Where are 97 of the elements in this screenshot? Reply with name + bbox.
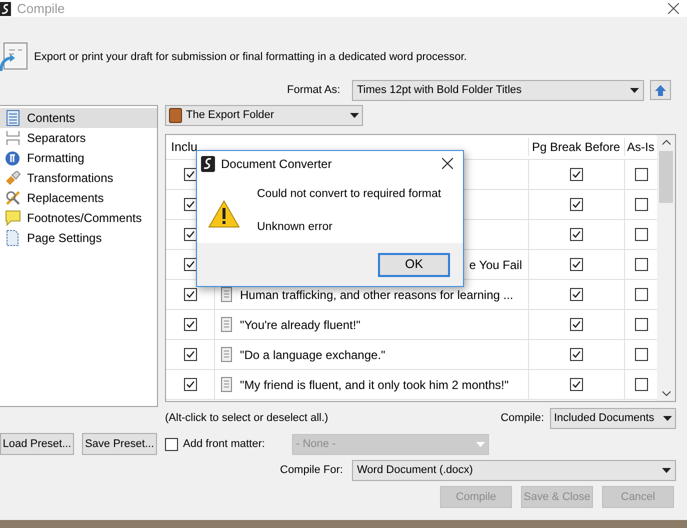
checkbox[interactable]: [184, 258, 196, 271]
checkbox[interactable]: [184, 168, 196, 181]
sidebar-item[interactable]: Footnotes/Comments: [0, 208, 157, 228]
brush-icon: [4, 170, 20, 186]
checkbox[interactable]: [184, 348, 196, 361]
front-matter-label: Add front matter:: [183, 436, 266, 452]
checkbox[interactable]: [184, 228, 196, 241]
document-title: "Do a language exchange.": [240, 346, 386, 364]
page-icon: [6, 230, 19, 246]
document-icon: [221, 377, 232, 392]
document-title: Human trafficking, and other reasons for learning ...: [240, 286, 514, 304]
caret-icon: [350, 113, 359, 118]
checkmark-icon: [571, 199, 582, 210]
up-arrow-button[interactable]: [650, 80, 671, 100]
note-icon: [4, 210, 20, 226]
checkbox[interactable]: [184, 318, 196, 331]
button[interactable]: Save Preset...: [82, 433, 157, 455]
dialog-title: Document Converter: [221, 156, 332, 172]
checkmark-icon: [571, 259, 582, 270]
scrollbar[interactable]: [657, 135, 675, 401]
checkbox[interactable]: [634, 228, 648, 241]
document-icon: [221, 347, 232, 362]
close-icon[interactable]: [442, 158, 453, 169]
checkbox[interactable]: [570, 318, 583, 331]
checkbox[interactable]: [634, 378, 648, 391]
checkmark-icon: [184, 169, 196, 180]
checkmark-icon: [184, 199, 196, 210]
button[interactable]: Load Preset...: [0, 433, 74, 455]
compile-for-dropdown[interactable]: Word Document (.docx): [352, 460, 676, 480]
checkmark-icon: [184, 289, 196, 300]
column-header: Pg Break Before: [528, 138, 624, 156]
book-icon: [169, 108, 182, 123]
description-text: Export or print your draft for submission or final formatting in a dedicated word processor.: [34, 50, 467, 65]
checkbox[interactable]: [634, 318, 648, 331]
list-icon: [6, 110, 20, 126]
checkbox[interactable]: [184, 288, 196, 301]
tools-icon: [4, 190, 20, 206]
format-as-label: Format As:: [287, 82, 342, 98]
ok-button[interactable]: OK: [378, 252, 450, 276]
separator-icon: [6, 130, 20, 146]
caret-icon: [662, 468, 671, 472]
checkbox[interactable]: [634, 168, 648, 181]
checkmark-icon: [571, 289, 582, 300]
window-title: Compile: [17, 0, 65, 18]
compile-label: Compile:: [500, 410, 544, 426]
compile-for-label: Compile For:: [280, 462, 344, 478]
checkmark-icon: [184, 259, 196, 270]
error-message: Could not convert to required format: [257, 187, 442, 202]
checkmark-icon: [571, 229, 582, 240]
caret-icon: [476, 442, 485, 446]
checkmark-icon: [184, 349, 196, 360]
sidebar-item[interactable]: Contents: [0, 108, 157, 128]
app-icon: [201, 156, 215, 172]
scroll-up-icon[interactable]: [662, 139, 670, 145]
sidebar-item[interactable]: Page Settings: [0, 228, 157, 248]
checkbox[interactable]: [634, 348, 648, 361]
checkmark-icon: [571, 349, 582, 360]
document-title: "My friend is fluent, and it only took him 2 months!": [240, 376, 509, 394]
checkbox[interactable]: [570, 258, 583, 271]
sidebar-item[interactable]: Replacements: [0, 188, 157, 208]
up-arrow-icon: [654, 84, 667, 96]
checkbox[interactable]: [570, 168, 583, 181]
document-title: e You Fail: [469, 256, 522, 274]
checkbox[interactable]: [634, 198, 648, 211]
document-title: "You're already fluent!": [240, 316, 360, 334]
hint-text: (Alt-click to select or deselect all.): [165, 410, 330, 426]
checkbox[interactable]: [570, 378, 583, 391]
compile-dropdown[interactable]: Included Documents: [550, 408, 676, 428]
sidebar-item[interactable]: Formatting: [0, 148, 157, 168]
checkbox[interactable]: [634, 288, 648, 301]
checkmark-icon: [571, 319, 582, 330]
scroll-down-icon[interactable]: [662, 391, 670, 397]
sidebar-item[interactable]: Separators: [0, 128, 157, 148]
sidebar-item[interactable]: Transformations: [0, 168, 157, 188]
folder-dropdown[interactable]: The Export Folder: [165, 105, 363, 126]
checkbox[interactable]: [570, 288, 583, 301]
paragraph-icon: [5, 150, 20, 166]
caret-icon: [630, 88, 639, 92]
column-header: Inclu: [170, 138, 198, 156]
error-detail: Unknown error: [257, 220, 334, 236]
warning-icon: [208, 200, 240, 228]
checkbox[interactable]: [634, 258, 648, 271]
document-icon: [221, 317, 232, 332]
checkbox[interactable]: [184, 378, 196, 391]
checkmark-icon: [184, 229, 196, 240]
checkbox[interactable]: [184, 198, 196, 211]
checkbox[interactable]: [570, 348, 583, 361]
scroll-thumb[interactable]: [659, 151, 673, 203]
checkbox[interactable]: [570, 228, 583, 241]
caret-icon: [663, 416, 672, 420]
close-icon[interactable]: [668, 3, 679, 14]
checkbox[interactable]: [570, 198, 583, 211]
checkmark-icon: [571, 169, 582, 180]
checkmark-icon: [184, 379, 196, 390]
format-as-dropdown[interactable]: Times 12pt with Bold Folder Titles: [352, 80, 644, 100]
checkmark-icon: [571, 379, 582, 390]
checkmark-icon: [184, 319, 196, 330]
